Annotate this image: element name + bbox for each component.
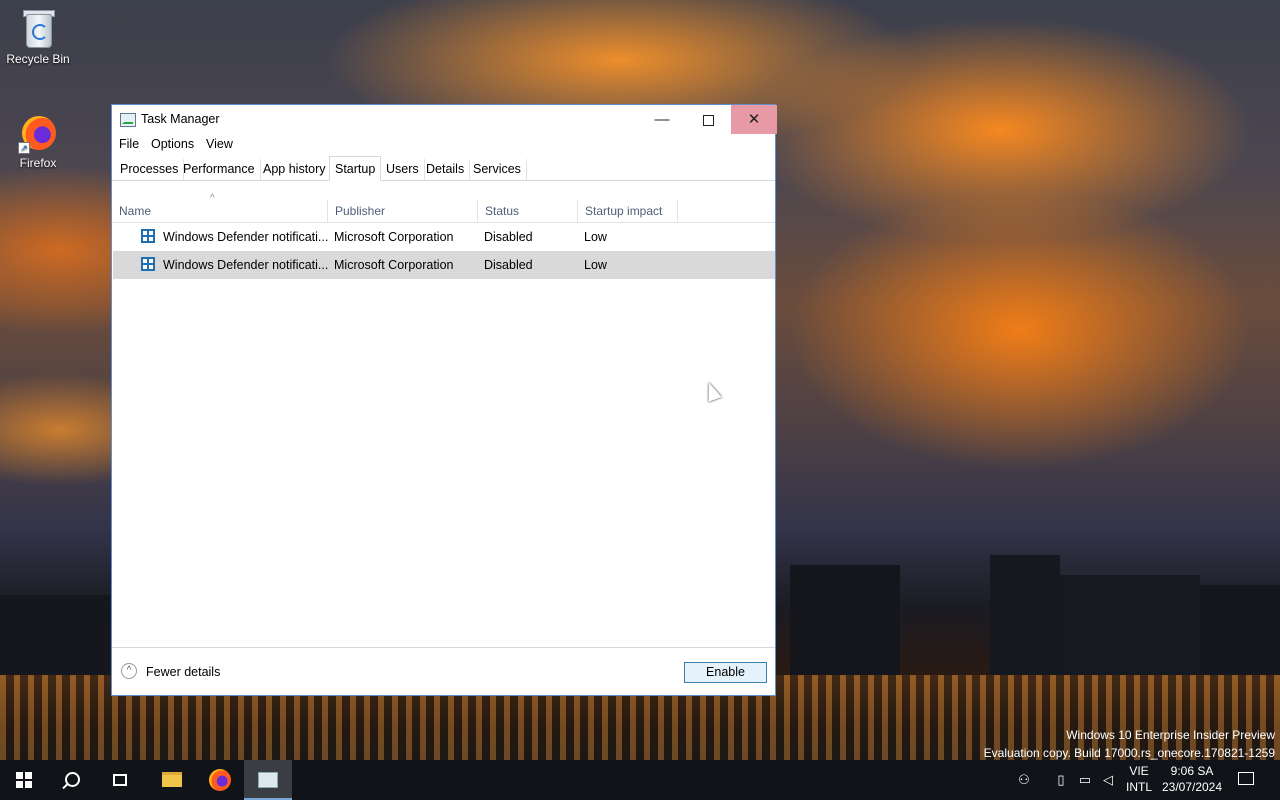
footer-bar: ^ Fewer details Enable [112,647,775,696]
column-header-row: Name Publisher Status Startup impact [112,200,775,223]
close-button[interactable]: ✕ [731,105,777,134]
shortcut-arrow-icon: ↗ [18,142,30,154]
file-explorer-icon [162,772,182,788]
task-manager-icon [258,771,278,788]
enable-button[interactable]: Enable [684,662,767,683]
column-startup-impact[interactable]: Startup impact [578,200,678,222]
table-row[interactable]: Windows Defender notificati... Microsoft… [113,223,775,251]
maximize-button[interactable] [685,105,731,134]
desktop-icon-firefox[interactable]: ↗ Firefox [0,112,76,170]
menu-view[interactable]: View [206,137,233,151]
language-code: VIE [1129,764,1149,778]
column-status[interactable]: Status [478,200,578,222]
cell-publisher: Microsoft Corporation [334,230,454,244]
task-manager-window: Task Manager — ✕ File Options View Proce… [111,104,777,696]
task-view-icon [113,773,127,786]
firefox-icon [209,768,231,791]
taskbar: ⚇ ▯ ▭ ◁ VIE INTL 9:06 SA 23/07/2024 [0,760,1280,800]
start-button[interactable] [0,760,48,800]
search-button[interactable] [48,760,96,800]
task-manager-icon [120,113,136,127]
tab-processes[interactable]: Processes [115,159,185,180]
search-icon [64,772,80,788]
cell-status: Disabled [484,230,533,244]
minimize-button[interactable]: — [639,105,685,134]
cell-impact: Low [584,230,607,244]
cell-publisher: Microsoft Corporation [334,258,454,272]
task-manager-taskbar-button[interactable] [244,760,292,800]
column-publisher[interactable]: Publisher [328,200,478,222]
cell-name: Windows Defender notificati... [163,258,329,272]
cell-impact: Low [584,258,607,272]
fewer-details-link[interactable]: Fewer details [146,665,220,679]
cell-status: Disabled [484,258,533,272]
action-center-icon[interactable] [1238,772,1254,785]
maximize-icon [702,114,714,126]
tab-performance[interactable]: Performance [178,159,261,180]
cell-name: Windows Defender notificati... [163,230,329,244]
recycle-bin-icon [18,8,58,48]
firefox-icon: ↗ [18,112,58,154]
language-indicator[interactable]: VIE INTL [1124,763,1154,795]
column-name[interactable]: Name [112,200,328,222]
windows-defender-icon [141,257,155,271]
chevron-up-icon[interactable]: ^ [121,663,137,679]
window-title: Task Manager [141,112,220,126]
menu-file[interactable]: File [119,137,139,151]
menu-options[interactable]: Options [151,137,194,151]
tab-startup[interactable]: Startup [329,156,382,181]
windows-defender-icon [141,229,155,243]
tab-app-history[interactable]: App history [258,159,332,180]
clock-time: 9:06 SA [1170,764,1214,778]
tablet-icon[interactable]: ▯ [1052,760,1070,800]
file-explorer-button[interactable] [148,760,196,800]
desktop-icon-label: Recycle Bin [6,52,70,66]
tab-details[interactable]: Details [421,159,471,180]
start-icon [16,771,32,788]
desktop-icon-label: Firefox [19,156,57,170]
tab-bar: Processes Performance App history Startu… [112,156,775,181]
clock[interactable]: 9:06 SA 23/07/2024 [1158,763,1226,795]
clock-date: 23/07/2024 [1161,780,1223,794]
keyboard-layout: INTL [1125,780,1152,794]
volume-muted-icon[interactable]: ◁ [1098,760,1118,800]
desktop-icon-recycle-bin[interactable]: Recycle Bin [0,8,76,66]
title-bar[interactable]: Task Manager — ✕ [112,105,777,135]
network-icon[interactable]: ▭ [1074,760,1096,800]
tab-users[interactable]: Users [381,159,425,180]
menu-bar: File Options View [112,135,775,155]
people-icon[interactable]: ⚇ [1014,760,1034,800]
task-view-button[interactable] [96,760,144,800]
table-row[interactable]: Windows Defender notificati... Microsoft… [113,251,775,279]
firefox-taskbar-button[interactable] [196,760,244,800]
watermark-line1: Windows 10 Enterprise Insider Preview [1066,728,1275,742]
evaluation-watermark: Windows 10 Enterprise Insider Preview Ev… [984,726,1275,762]
tab-services[interactable]: Services [468,159,527,180]
